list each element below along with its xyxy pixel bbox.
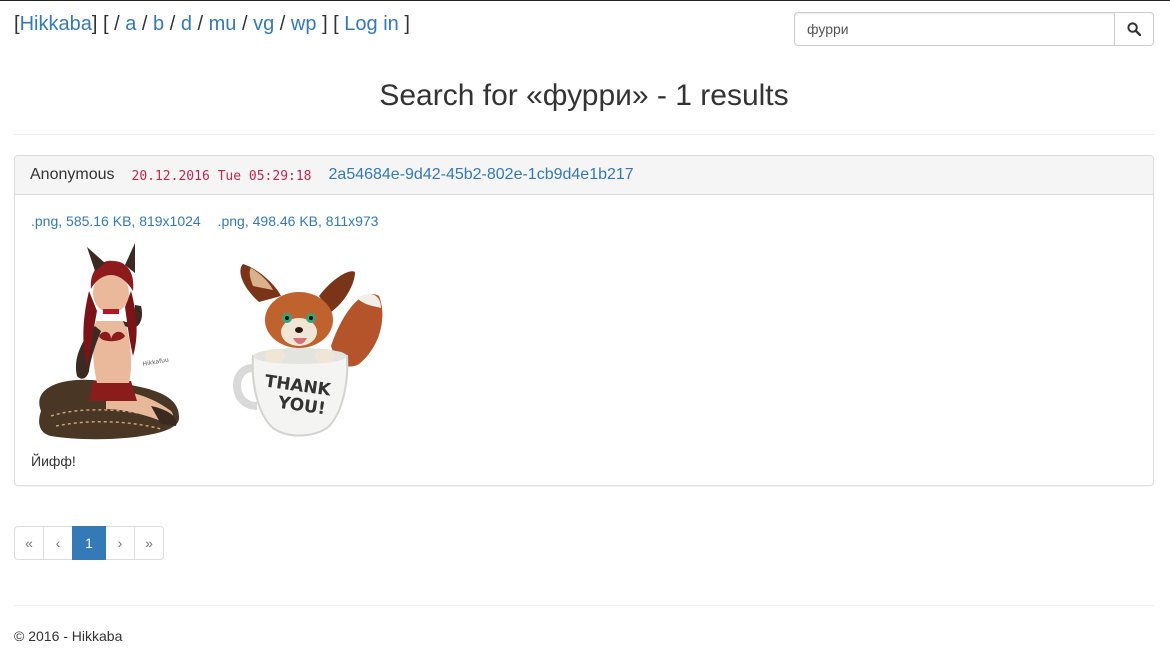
page-title: Search for «фурри» - 1 results: [379, 79, 789, 112]
post-header: Anonymous 20.12.2016 Tue 05:29:18 2a5468…: [15, 156, 1153, 195]
post-id-link[interactable]: 2a54684e-9d42-45b2-802e-1cb9d4e1b217: [329, 166, 634, 184]
search-form: [794, 12, 1154, 46]
page-current-button[interactable]: 1: [72, 526, 106, 560]
pagination: « ‹ 1 › »: [14, 526, 164, 560]
post-panel: Anonymous 20.12.2016 Tue 05:29:18 2a5468…: [14, 155, 1154, 486]
search-input[interactable]: [794, 12, 1114, 46]
svg-text:Hikkafuu: Hikkafuu: [142, 356, 169, 368]
login-link[interactable]: Log in: [344, 13, 399, 35]
board-navigation: [Hikkaba] [ / a / b / d / mu / vg / wp ]…: [14, 13, 410, 35]
search-button[interactable]: [1114, 12, 1154, 46]
page-next-button[interactable]: ›: [105, 526, 135, 560]
thumbnail-image[interactable]: THANK YOU!: [231, 256, 385, 441]
page-prev-button[interactable]: ‹: [43, 526, 73, 560]
board-link-wp[interactable]: wp: [291, 13, 317, 35]
post-date: 20.12.2016 Tue 05:29:18: [131, 168, 312, 184]
search-icon: [1127, 22, 1141, 36]
post-author: Anonymous: [30, 166, 115, 183]
footer-divider: [14, 605, 1154, 606]
page-last-button[interactable]: »: [134, 526, 164, 560]
board-link-mu[interactable]: mu: [209, 13, 237, 35]
board-link-a[interactable]: a: [125, 13, 136, 35]
board-link-vg[interactable]: vg: [253, 13, 274, 35]
file-link[interactable]: .png, 498.46 KB, 811x973: [218, 213, 379, 229]
file-link[interactable]: .png, 585.16 KB, 819x1024: [31, 213, 201, 229]
thumbnail-image[interactable]: Hikkafuu: [31, 241, 181, 441]
divider: [14, 134, 1154, 135]
footer-copyright: © 2016 - Hikkaba: [14, 628, 123, 644]
home-link[interactable]: Hikkaba: [20, 13, 92, 35]
board-link-d[interactable]: d: [181, 13, 192, 35]
board-link-b[interactable]: b: [153, 13, 164, 35]
file-list: .png, 585.16 KB, 819x1024 .png, 498.46 K…: [31, 213, 391, 229]
post-message: Йифф!: [31, 453, 76, 469]
page-first-button[interactable]: «: [14, 526, 44, 560]
